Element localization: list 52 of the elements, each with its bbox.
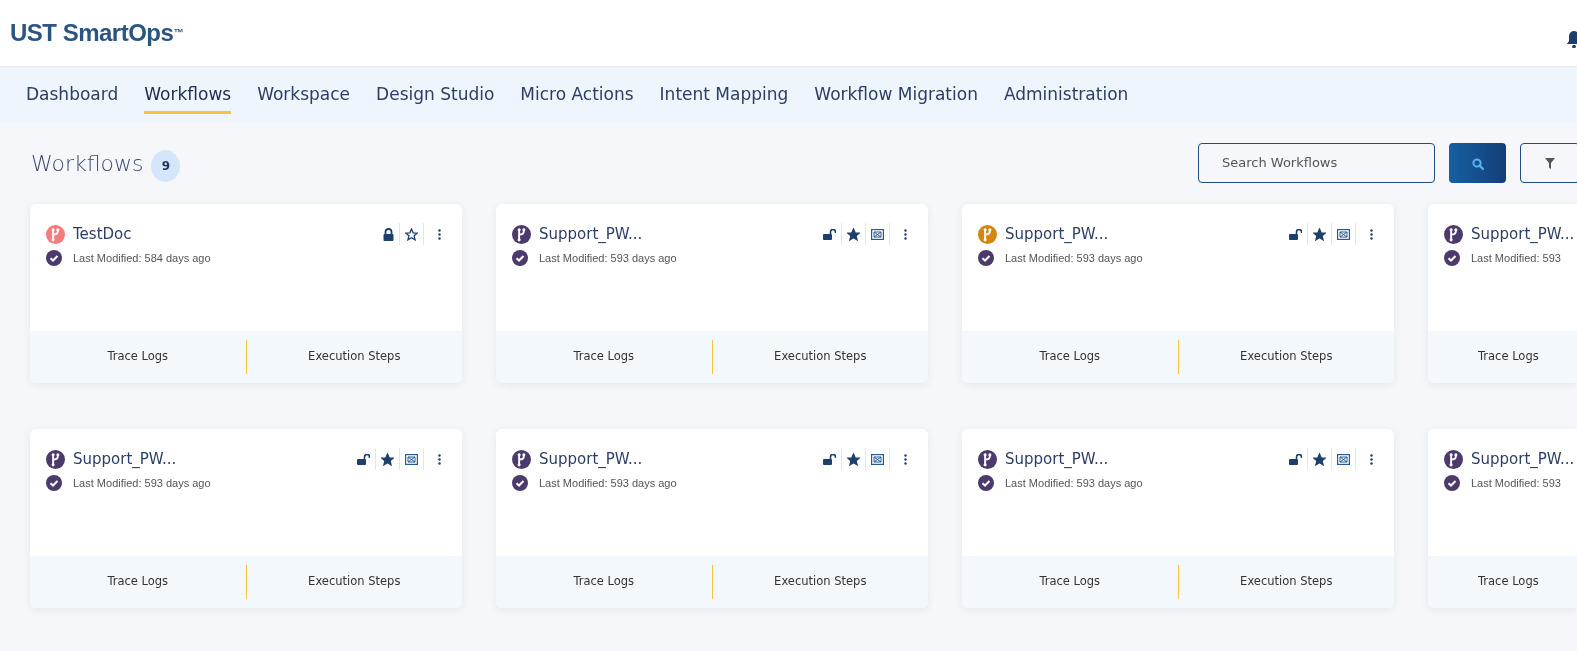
workflow-title[interactable]: Support_PW... [1471, 448, 1575, 471]
page-title: Workflows [31, 149, 144, 178]
last-modified-text: Last Modified: 593 days ago [1005, 475, 1143, 491]
last-modified-text: Last Modified: 593 days ago [539, 475, 677, 491]
check-icon [1444, 249, 1460, 266]
search-icon [1471, 157, 1484, 170]
last-modified-text: Last Modified: 593 [1471, 475, 1561, 491]
nav-tab[interactable]: Workspace [257, 81, 351, 114]
trace-logs-link[interactable]: Trace Logs [962, 573, 1178, 591]
workflow-title[interactable]: Support_PW... [1471, 223, 1575, 246]
nav-tab[interactable]: Workflow Migration [814, 81, 978, 114]
execution-steps-link[interactable]: Execution Steps [712, 348, 928, 366]
filter-icon [1545, 158, 1555, 169]
search-button[interactable] [1449, 143, 1506, 183]
nav-tab[interactable]: Administration [1003, 81, 1129, 114]
nav-tab[interactable]: Design Studio [376, 81, 495, 114]
last-modified-text: Last Modified: 593 [1471, 250, 1561, 266]
trace-logs-link[interactable]: Trace Logs [30, 348, 246, 366]
trace-logs-link[interactable]: Trace Logs [962, 348, 1178, 366]
check-icon [512, 474, 528, 491]
execution-steps-link[interactable]: Execution Steps [246, 573, 462, 591]
workflow-title[interactable]: Support_PW... [539, 448, 643, 471]
execution-steps-link[interactable]: Execution Steps [1178, 348, 1394, 366]
search-dropdown[interactable]: Search Workflows [1198, 143, 1435, 183]
trace-logs-link[interactable]: Trace Logs [496, 573, 712, 591]
last-modified-text: Last Modified: 593 days ago [1005, 250, 1143, 266]
trace-logs-link[interactable]: Trace Logs [496, 348, 712, 366]
workflow-title[interactable]: TestDoc [73, 223, 132, 246]
app-logo: UST SmartOps$^{™}$ [10, 18, 183, 48]
check-icon [512, 249, 528, 266]
execution-steps-link[interactable]: Execution Steps [1178, 573, 1394, 591]
execution-steps-link[interactable]: Execution Steps [712, 573, 928, 591]
workflow-title[interactable]: Support_PW... [539, 223, 643, 246]
check-icon [46, 474, 62, 491]
execution-steps-link[interactable]: Execution Steps [246, 348, 462, 366]
count-badge: 9 [151, 150, 181, 182]
last-modified-text: Last Modified: 584 days ago [73, 250, 211, 266]
filter-button[interactable] [1520, 143, 1577, 183]
nav-tab[interactable]: Intent Mapping [659, 81, 789, 114]
trace-logs-link[interactable]: Trace Logs [30, 573, 246, 591]
check-icon [1444, 474, 1460, 491]
nav-tab[interactable]: Workflows [144, 81, 232, 114]
nav-tab[interactable]: Dashboard [26, 81, 119, 114]
workflow-title[interactable]: Support_PW... [73, 448, 177, 471]
nav-tab[interactable]: Micro Actions [520, 81, 634, 114]
check-icon [978, 474, 994, 491]
check-icon [46, 249, 62, 266]
last-modified-text: Last Modified: 593 days ago [73, 475, 211, 491]
workflow-title[interactable]: Support_PW... [1005, 223, 1109, 246]
workflow-title[interactable]: Support_PW... [1005, 448, 1109, 471]
last-modified-text: Last Modified: 593 days ago [539, 250, 677, 266]
check-icon [978, 249, 994, 266]
